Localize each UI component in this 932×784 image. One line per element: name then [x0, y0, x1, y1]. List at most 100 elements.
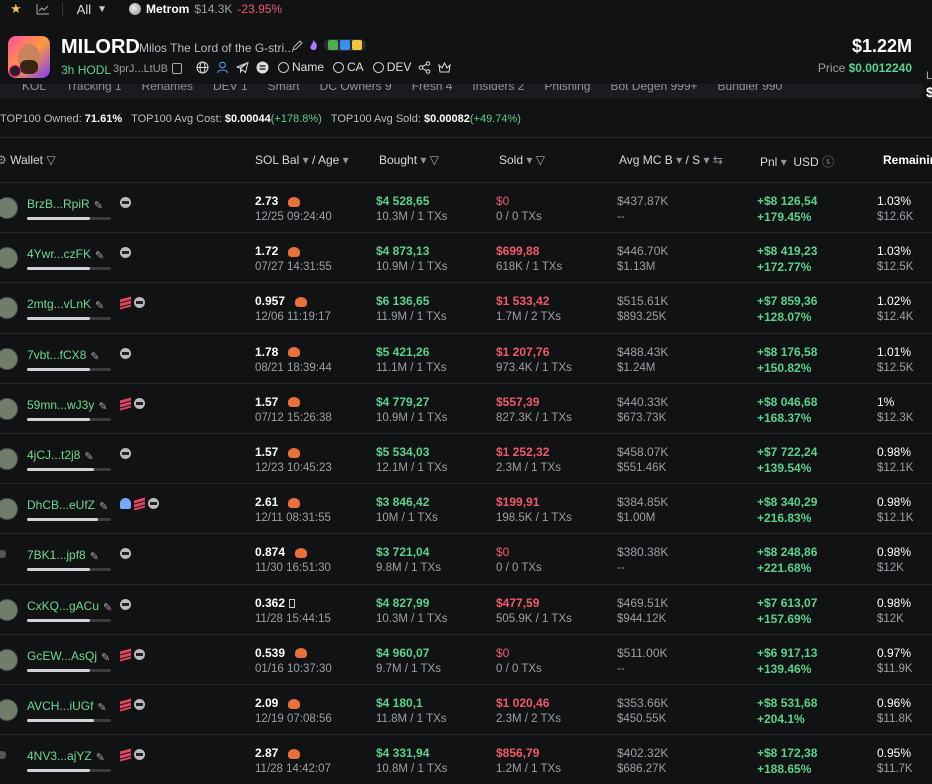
- token-avatar[interactable]: [8, 36, 50, 78]
- chevron-down-icon[interactable]: ▼: [97, 4, 107, 15]
- search-dev-link[interactable]: DEV: [372, 60, 411, 74]
- tab-item[interactable]: Insiders 2: [472, 84, 524, 93]
- table-row[interactable]: GcEW...AsQj ✎ 0.539 01/16 10:37:30 $4 960,07…: [0, 633, 932, 684]
- tab-item[interactable]: Bot Degen 999+: [610, 84, 697, 93]
- edge-value: $: [926, 84, 932, 100]
- user-icon[interactable]: [216, 61, 229, 74]
- table-row[interactable]: 4Ywr...czFK ✎ 1.72 07/27 14:31:55 $4 873,13 1…: [0, 232, 932, 282]
- tab-item[interactable]: DC Owners 9: [320, 84, 392, 93]
- avatar: [0, 699, 18, 721]
- tab-item[interactable]: Smart: [268, 84, 300, 93]
- wallet-address[interactable]: 4Ywr...czFK ✎: [27, 247, 105, 262]
- pencil-icon[interactable]: ✎: [90, 350, 100, 363]
- pencil-icon[interactable]: ✎: [96, 751, 106, 764]
- search-icon: [278, 61, 289, 73]
- wallet-address[interactable]: CxKQ...gACu ✎: [27, 599, 113, 614]
- share-icon[interactable]: [418, 60, 431, 74]
- tab-item[interactable]: Renames: [142, 84, 193, 93]
- sold-sub: 1.7M / 2 TXs: [496, 311, 561, 324]
- table-row[interactable]: DhCB...eUfZ ✎ 2.61 12/11 08:31:55 $3 846,42 1…: [0, 483, 932, 533]
- wallet-address[interactable]: AVCH...iUGf ✎: [27, 699, 107, 714]
- crown-icon[interactable]: [438, 61, 452, 74]
- pencil-icon[interactable]: ✎: [95, 249, 105, 262]
- wallet-address[interactable]: 4NV3...ajYZ ✎: [27, 749, 106, 764]
- filter-dropdown[interactable]: All: [77, 2, 91, 17]
- pnl-usd: +$8 248,86: [757, 545, 818, 560]
- wallet-address[interactable]: BrzB...RpiR ✎: [27, 197, 104, 212]
- table-row[interactable]: 4NV3...ajYZ ✎ 2.87 11/28 14:42:07 $4 331,94 1…: [0, 734, 932, 784]
- ticker-item[interactable]: Metrom $14.3K -23.95%: [129, 2, 282, 16]
- wallet-address[interactable]: 7BK1...jpf8 ✎: [27, 548, 100, 563]
- pencil-icon[interactable]: ✎: [97, 701, 107, 714]
- avatar: [0, 197, 18, 219]
- wallet-tags: [119, 296, 145, 310]
- copy-icon[interactable]: [172, 63, 182, 74]
- tab-item[interactable]: Fresh 4: [412, 84, 453, 93]
- col-pnl[interactable]: Pnl ▾ USD ⓢ: [760, 153, 834, 170]
- swap-icon: ⇆: [712, 153, 723, 167]
- sol-balance: 0.362: [255, 595, 286, 610]
- telegram-icon[interactable]: [236, 61, 249, 74]
- wallet-address[interactable]: 2mtg...vLnK ✎: [27, 297, 105, 312]
- wallet-address[interactable]: DhCB...eUfZ ✎: [27, 498, 109, 513]
- sold-usd: $1 207,76: [496, 344, 550, 359]
- search-ca-link[interactable]: CA: [333, 60, 364, 74]
- tab-item[interactable]: Phishing: [544, 84, 590, 93]
- chart-icon[interactable]: [36, 3, 50, 15]
- col-wallet[interactable]: ⚙ Wallet ▽: [0, 153, 56, 167]
- search-name-link[interactable]: Name: [278, 60, 324, 74]
- table-row[interactable]: 59mn...wJ3y ✎ 1.57 07/12 15:26:38 $4 779,27 1…: [0, 382, 932, 433]
- col-bought[interactable]: Bought ▾ ▽: [379, 153, 439, 167]
- pencil-icon[interactable]: ✎: [94, 199, 104, 212]
- chef-hat-icon: [288, 397, 301, 408]
- wallet-tags: [119, 497, 159, 511]
- avg-mc-sell: $551.46K: [617, 462, 667, 474]
- table-row[interactable]: AVCH...iUGf ✎ 2.09 12/19 07:08:56 $4 180,1 11…: [0, 684, 932, 734]
- wallet-tags: [119, 347, 131, 359]
- pencil-icon[interactable]: ✎: [90, 550, 100, 563]
- pencil-icon[interactable]: ✎: [103, 601, 113, 614]
- col-sold[interactable]: Sold ▾ ▽: [499, 153, 545, 167]
- col-avg-mc[interactable]: Avg MC B ▾ / S ▾ ⇆: [619, 153, 723, 167]
- pencil-icon[interactable]: [292, 39, 303, 51]
- holding-bar: [27, 317, 111, 321]
- ticker-mc: $14.3K: [194, 2, 233, 16]
- pencil-icon[interactable]: ✎: [99, 500, 109, 513]
- col-remaining[interactable]: Remainin: [883, 153, 932, 167]
- globe-icon[interactable]: [196, 61, 209, 74]
- wallet-address[interactable]: GcEW...AsQj ✎: [27, 649, 111, 664]
- col-sol-bal[interactable]: SOL Bal ▾ / Age ▾: [255, 153, 349, 167]
- table-row[interactable]: 4jCJ...t2j8 ✎ 1.57 12/23 10:45:23 $5 534,03 1…: [0, 433, 932, 483]
- social-badges[interactable]: [324, 39, 366, 51]
- sol-balance: 1.57: [255, 394, 279, 409]
- wallet-tags: [119, 748, 145, 762]
- sol-balance: 2.73: [255, 194, 279, 208]
- tab-item[interactable]: Bundler 990: [718, 84, 783, 93]
- pencil-icon[interactable]: ✎: [84, 450, 94, 463]
- pencil-icon[interactable]: ✎: [101, 651, 111, 664]
- wallet-address[interactable]: 59mn...wJ3y ✎: [27, 398, 108, 413]
- sold-sub: 198.5K / 1 TXs: [496, 512, 572, 525]
- chef-hat-icon: [295, 296, 308, 307]
- table-row[interactable]: BrzB...RpiR ✎ 2.73 12/25 09:24:40 $4 528,65 1…: [0, 182, 932, 232]
- pencil-icon[interactable]: ✎: [98, 400, 108, 413]
- table-row[interactable]: CxKQ...gACu ✎ 0.362 11/28 15:44:15 $4 827,99…: [0, 583, 932, 634]
- wallet-address[interactable]: 7vbt...fCX8 ✎: [27, 348, 100, 363]
- wallet-address[interactable]: 4jCJ...t2j8 ✎: [27, 448, 94, 463]
- wallet-tags: [119, 598, 131, 610]
- top100-summary: TOP100 Owned: 71.61% TOP100 Avg Cost: $0…: [0, 113, 521, 125]
- tab-item[interactable]: KOL: [22, 84, 46, 93]
- tab-item[interactable]: Tracking 1: [66, 84, 122, 93]
- table-row[interactable]: 7vbt...fCX8 ✎ 1.78 08/21 18:39:44 $5 421,26 1…: [0, 332, 932, 383]
- pencil-icon[interactable]: ✎: [95, 299, 105, 312]
- remaining-percent: 0.98%: [877, 495, 912, 510]
- holding-bar: [27, 267, 111, 271]
- holding-bar: [27, 719, 111, 722]
- menu-circle-icon[interactable]: [256, 61, 269, 74]
- table-row[interactable]: 2mtg...vLnK ✎ 0.957 12/06 11:19:17 $6 136,65…: [0, 282, 932, 332]
- contract-address[interactable]: 3prJ...LtUB: [113, 63, 168, 75]
- star-icon[interactable]: ★: [10, 1, 22, 17]
- tab-item[interactable]: DEV 1: [213, 84, 248, 93]
- table-row[interactable]: 7BK1...jpf8 ✎ 0.874 11/30 16:51:30 $3 721,04…: [0, 533, 932, 583]
- sol-balance: 2.09: [255, 696, 279, 710]
